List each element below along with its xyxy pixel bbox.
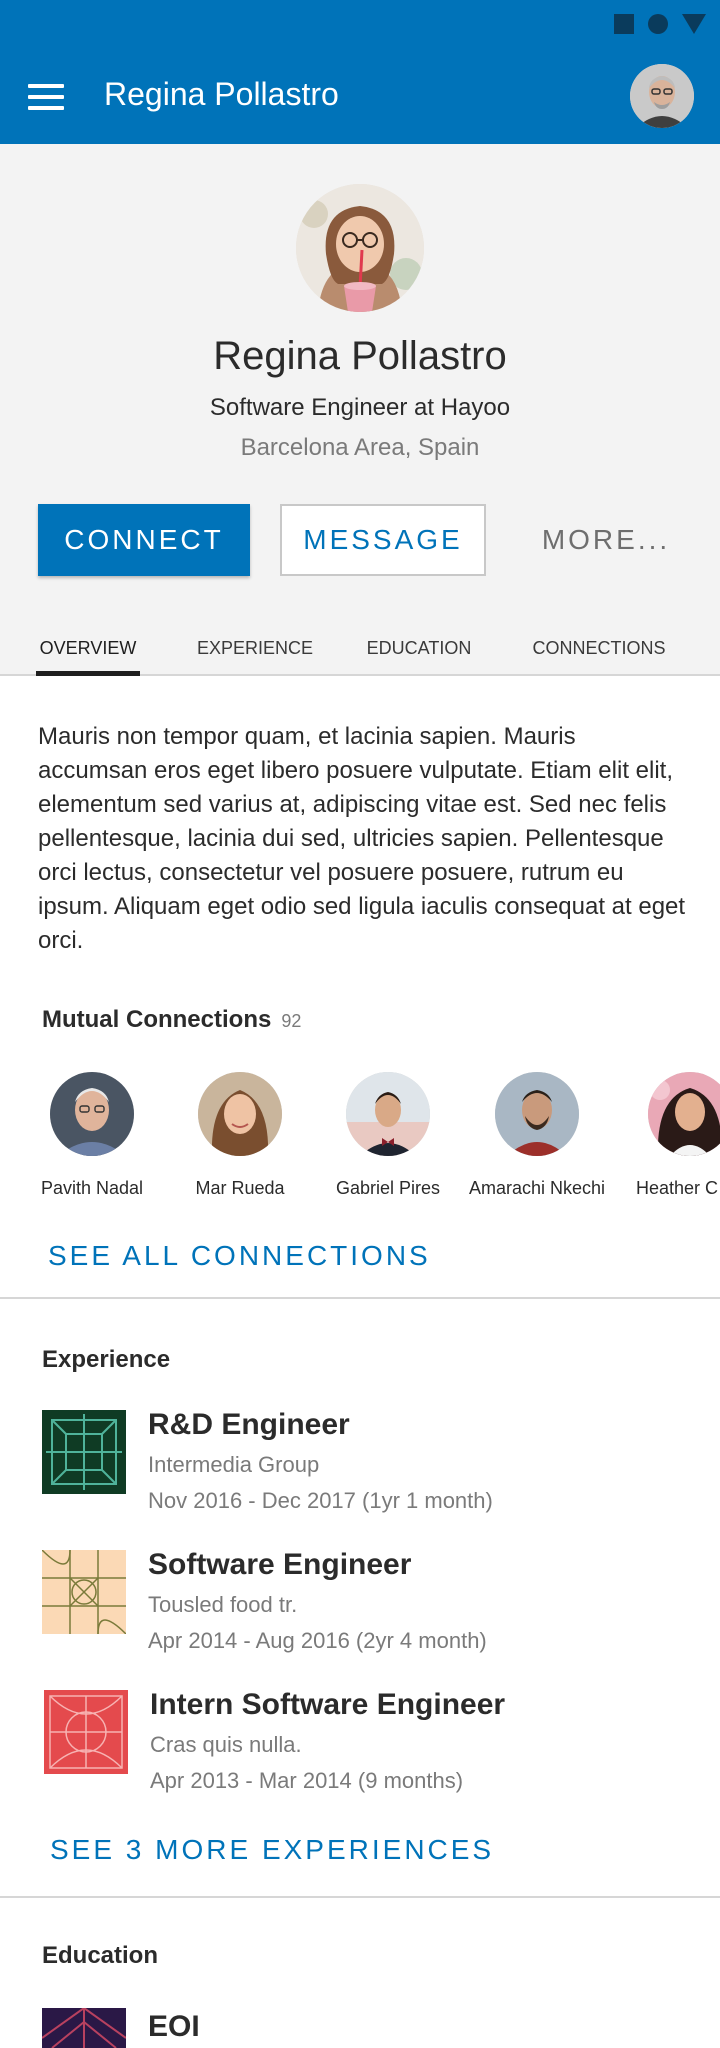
experience-dates: Apr 2014 - Aug 2016 (2yr 4 month) bbox=[148, 1628, 487, 1653]
message-button[interactable]: MESSAGE bbox=[280, 504, 486, 576]
experience-company: Cras quis nulla. bbox=[150, 1732, 302, 1757]
connection-name: Heather C bbox=[636, 1178, 719, 1198]
profile-headline: Software Engineer at Hayoo bbox=[209, 394, 511, 421]
connection-card[interactable]: Amarachi Nkechi bbox=[462, 1072, 612, 1199]
experience-title: R&D Engineer bbox=[148, 1408, 350, 1441]
experience-dates: Nov 2016 - Dec 2017 (1yr 1 month) bbox=[148, 1488, 493, 1513]
avatar bbox=[346, 1072, 430, 1156]
experience-heading: Experience bbox=[42, 1346, 171, 1373]
connection-card[interactable]: Heather C bbox=[612, 1072, 720, 1199]
avatar bbox=[198, 1072, 282, 1156]
company-logo bbox=[42, 1410, 126, 1494]
profile-name: Regina Pollastro bbox=[213, 334, 507, 378]
mutual-connections-count: 92 bbox=[281, 1011, 302, 1031]
profile-header: Regina Pollastro Software Engineer at Ha… bbox=[0, 144, 720, 676]
section-divider bbox=[0, 1297, 720, 1299]
connection-card[interactable]: Mar Rueda bbox=[165, 1072, 315, 1199]
education-item[interactable]: EOI bbox=[42, 2008, 692, 2048]
tab-overview[interactable]: OVERVIEW bbox=[36, 620, 140, 676]
hamburger-menu-icon[interactable] bbox=[28, 84, 68, 114]
experience-dates: Apr 2013 - Mar 2014 (9 months) bbox=[150, 1768, 464, 1793]
connection-name: Pavith Nadal bbox=[40, 1178, 144, 1198]
experience-company: Intermedia Group bbox=[148, 1452, 320, 1477]
connection-card[interactable]: Gabriel Pires bbox=[313, 1072, 463, 1199]
profile-photo bbox=[296, 184, 424, 312]
profile-tabs: OVERVIEW EXPERIENCE EDUCATION CONNECTION… bbox=[0, 620, 720, 676]
experience-title: Intern Software Engineer bbox=[150, 1688, 506, 1721]
experience-item[interactable]: Intern Software Engineer Cras quis nulla… bbox=[44, 1688, 694, 1800]
education-heading: Education bbox=[42, 1942, 159, 1969]
status-bar bbox=[614, 14, 706, 34]
more-button[interactable]: MORE... bbox=[518, 504, 694, 576]
company-logo bbox=[44, 1690, 128, 1774]
triangle-icon bbox=[682, 14, 706, 34]
see-more-experiences-button[interactable]: SEE 3 MORE EXPERIENCES bbox=[50, 1834, 494, 1866]
circle-icon bbox=[648, 14, 668, 34]
connection-name: Amarachi Nkechi bbox=[468, 1178, 606, 1198]
avatar bbox=[495, 1072, 579, 1156]
about-text: Mauris non tempor quam, et lacinia sapie… bbox=[38, 723, 686, 954]
experience-item[interactable]: Software Engineer Tousled food tr. Apr 2… bbox=[42, 1548, 692, 1660]
tab-education[interactable]: EDUCATION bbox=[360, 620, 478, 676]
connection-card[interactable]: Pavith Nadal bbox=[17, 1072, 167, 1199]
tab-experience[interactable]: EXPERIENCE bbox=[190, 620, 320, 676]
user-avatar[interactable] bbox=[630, 64, 694, 128]
education-title: EOI bbox=[148, 2010, 200, 2043]
school-logo bbox=[42, 2008, 126, 2048]
square-icon bbox=[614, 14, 634, 34]
app-bar: Regina Pollastro bbox=[0, 0, 720, 144]
app-bar-title: Regina Pollastro bbox=[104, 76, 339, 112]
connection-name: Mar Rueda bbox=[195, 1178, 285, 1198]
company-logo bbox=[42, 1550, 126, 1634]
experience-company: Tousled food tr. bbox=[148, 1592, 298, 1617]
avatar bbox=[648, 1072, 720, 1156]
mutual-connections-heading: Mutual Connections 92 bbox=[42, 1006, 301, 1034]
mutual-connections-title: Mutual Connections bbox=[42, 1006, 272, 1033]
profile-location: Barcelona Area, Spain bbox=[240, 434, 480, 461]
experience-item[interactable]: R&D Engineer Intermedia Group Nov 2016 -… bbox=[42, 1408, 692, 1520]
see-all-connections-button[interactable]: SEE ALL CONNECTIONS bbox=[48, 1240, 431, 1272]
section-divider bbox=[0, 1896, 720, 1898]
connection-name: Gabriel Pires bbox=[335, 1178, 441, 1198]
tab-connections[interactable]: CONNECTIONS bbox=[526, 620, 672, 676]
experience-title: Software Engineer bbox=[148, 1548, 412, 1581]
connect-button[interactable]: CONNECT bbox=[38, 504, 250, 576]
avatar bbox=[50, 1072, 134, 1156]
